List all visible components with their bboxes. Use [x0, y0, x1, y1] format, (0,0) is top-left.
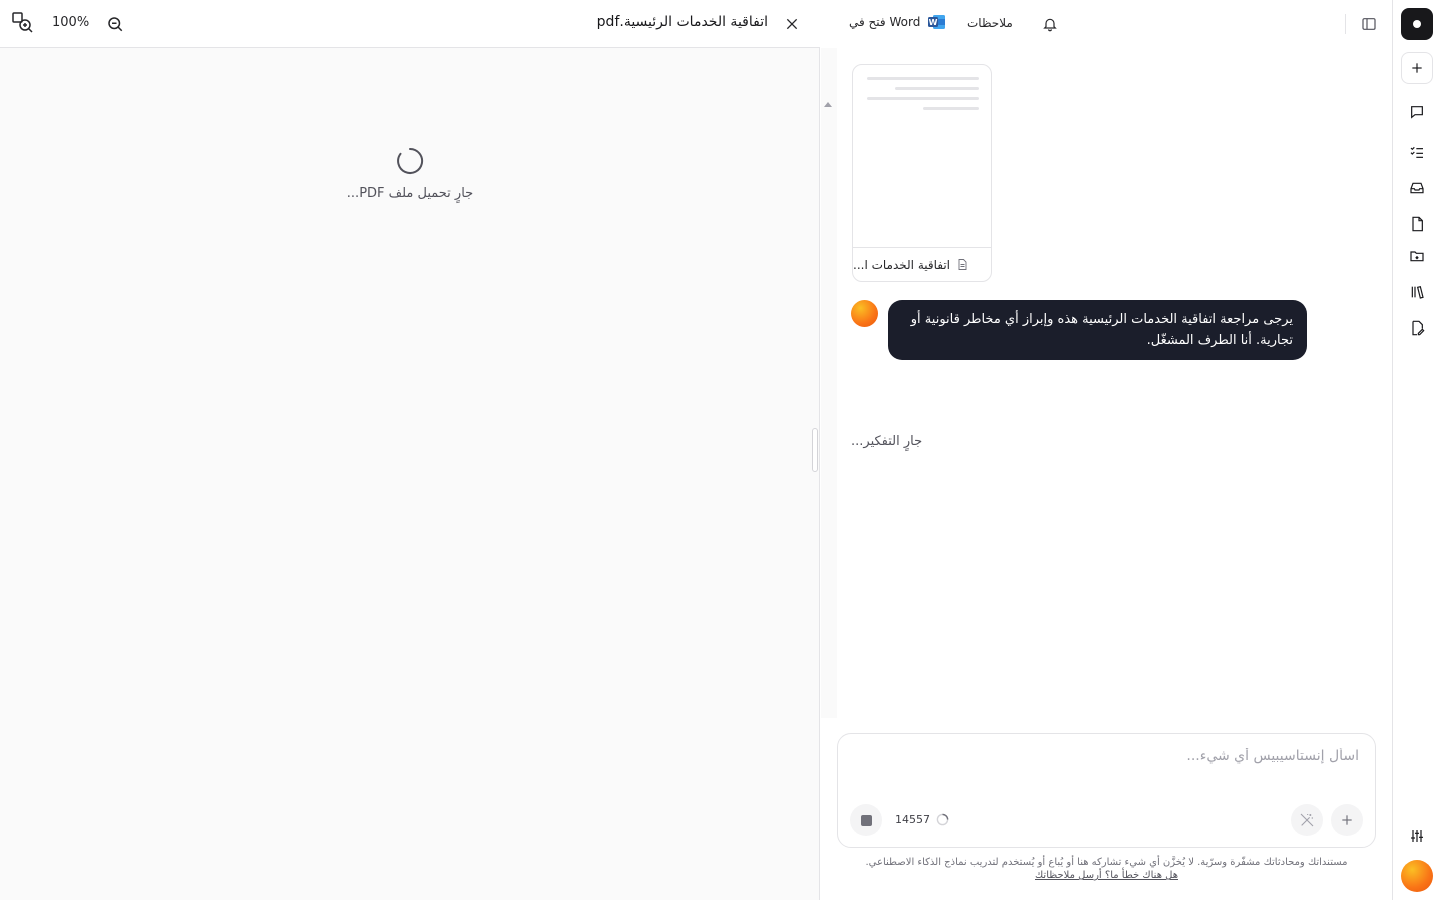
open-in-word-label: فتح في Word [849, 15, 921, 29]
privacy-disclaimer: مستنداتك ومحادثاتك مشفّرة وسرّية. لا يُخ… [837, 856, 1376, 882]
feedback-link[interactable]: هل هناك خطأ ما؟ أرسل ملاحظاتك [1035, 870, 1178, 881]
thumbnail-line [895, 87, 979, 90]
zoom-out-icon[interactable] [103, 12, 127, 36]
notes-button[interactable]: ملاحظات [967, 16, 1013, 30]
close-icon[interactable] [780, 12, 804, 36]
thinking-indicator: جارٍ التفكير... [851, 434, 923, 449]
thumbnail-line [923, 107, 979, 110]
svg-text:W: W [929, 18, 938, 27]
token-count: 14557 [895, 813, 930, 826]
scroll-up-icon[interactable] [823, 100, 833, 108]
file-icon [956, 258, 968, 271]
stop-icon [860, 814, 872, 826]
edit-icon[interactable] [1406, 317, 1428, 339]
document-icon[interactable] [1406, 213, 1428, 235]
enhance-prompt-button[interactable] [1291, 804, 1323, 836]
logo-dot-icon [1413, 20, 1421, 28]
folder-icon[interactable] [1406, 245, 1428, 267]
pdf-viewer-pane: 100% اتفاقية الخدمات الرئيسية.pdf جارٍ ت… [0, 0, 820, 900]
library-icon[interactable] [1406, 281, 1428, 303]
avatar [851, 300, 878, 327]
chat-pane: فتح في Word W ملاحظات اتفاقية الخدمات ا.… [821, 0, 1392, 900]
bell-icon[interactable] [1039, 13, 1061, 35]
magic-wand-icon [1299, 812, 1315, 828]
sliders-icon[interactable] [1406, 825, 1428, 847]
stop-button[interactable] [850, 804, 882, 836]
zoom-in-icon[interactable] [10, 10, 36, 36]
user-avatar[interactable] [1401, 860, 1433, 892]
pdf-toolbar: 100% اتفاقية الخدمات الرئيسية.pdf [0, 0, 820, 48]
chat-icon[interactable] [1406, 101, 1428, 123]
right-rail [1392, 0, 1440, 900]
open-in-word-button[interactable]: فتح في Word W [849, 14, 946, 30]
thumbnail-line [867, 97, 979, 100]
scrollbar[interactable] [821, 48, 837, 718]
app-logo[interactable] [1401, 8, 1433, 40]
plus-icon [1340, 813, 1354, 827]
chat-header: فتح في Word W ملاحظات [821, 0, 1392, 48]
pdf-loading-text: جارٍ تحميل ملف PDF... [346, 186, 474, 201]
token-usage-ring-icon [936, 813, 949, 826]
chat-input[interactable] [879, 748, 1359, 764]
attachment-footer: اتفاقية الخدمات ا... [853, 247, 991, 281]
inbox-icon[interactable] [1406, 177, 1428, 199]
header-divider [1345, 14, 1346, 34]
pdf-title: اتفاقية الخدمات الرئيسية.pdf [596, 14, 768, 30]
checklist-icon[interactable] [1406, 141, 1428, 163]
zoom-level: 100% [52, 15, 90, 30]
add-attachment-button[interactable] [1331, 804, 1363, 836]
new-chat-button[interactable] [1401, 52, 1433, 84]
disclaimer-text: مستنداتك ومحادثاتك مشفّرة وسرّية. لا يُخ… [865, 857, 1348, 868]
attachment-name: اتفاقية الخدمات ا... [853, 257, 951, 272]
word-icon: W [928, 14, 946, 30]
spinner-icon [396, 147, 424, 175]
thumbnail-line [867, 77, 979, 80]
sidebar-toggle-icon[interactable] [1357, 12, 1381, 36]
chat-composer: 14557 [837, 733, 1376, 848]
resize-handle[interactable] [812, 428, 818, 472]
attachment-card[interactable]: اتفاقية الخدمات ا... [852, 64, 992, 282]
user-message-bubble: يرجى مراجعة اتفاقية الخدمات الرئيسية هذه… [888, 300, 1307, 360]
